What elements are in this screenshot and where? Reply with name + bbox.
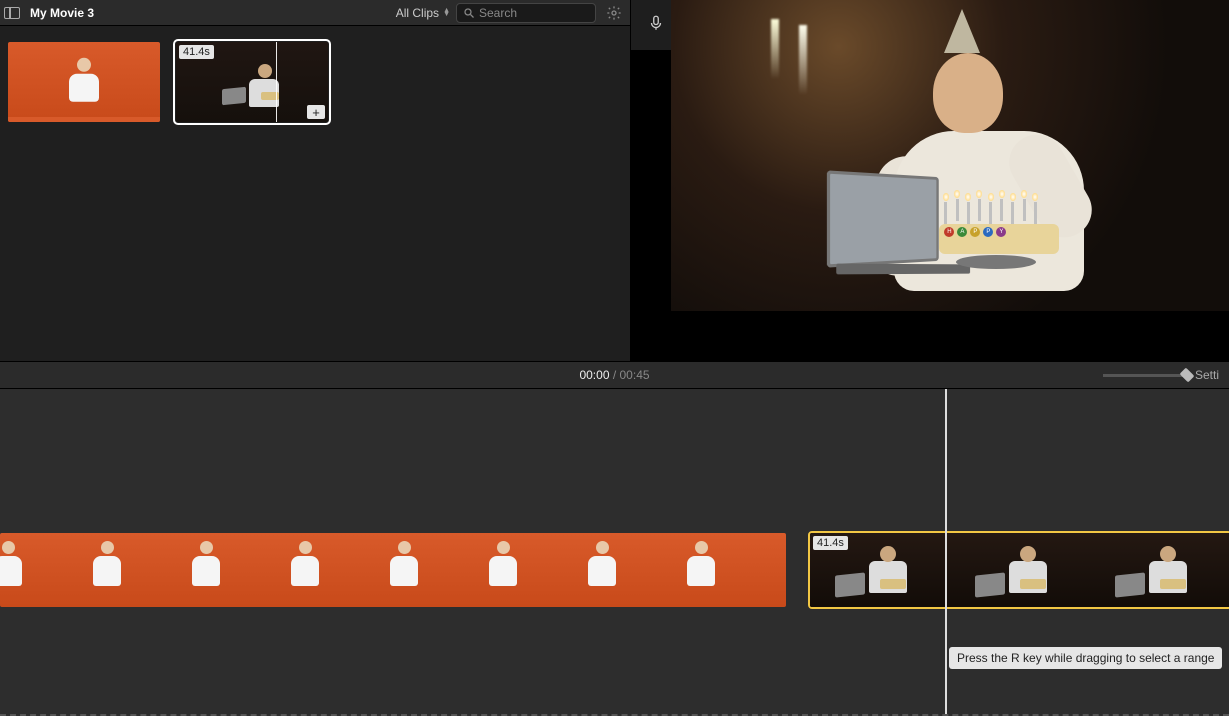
search-icon xyxy=(463,7,475,19)
clip-duration-badge: 41.4s xyxy=(179,45,214,59)
search-field[interactable] xyxy=(456,3,596,23)
playhead[interactable] xyxy=(945,389,947,714)
zoom-knob-icon[interactable] xyxy=(1180,367,1195,382)
search-input[interactable] xyxy=(479,6,589,20)
media-clip[interactable]: 41.4s + xyxy=(176,42,328,122)
timeline[interactable]: 41.4s Press the R key while dragging to … xyxy=(0,389,1229,716)
media-browser-pane: My Movie 3 All Clips ▲▼ xyxy=(0,0,631,361)
microphone-icon[interactable] xyxy=(647,13,665,38)
clip-browser[interactable]: 41.4s + xyxy=(0,26,630,361)
video-track[interactable]: 41.4s xyxy=(0,533,1229,629)
timecode-total: 00:45 xyxy=(620,368,650,382)
timeline-clip[interactable]: 41.4s xyxy=(810,533,1229,607)
hint-tooltip: Press the R key while dragging to select… xyxy=(949,647,1222,669)
sidebar-toggle-icon[interactable] xyxy=(4,7,20,19)
timeline-clip[interactable] xyxy=(0,533,786,607)
add-clip-icon[interactable]: + xyxy=(307,105,325,119)
clip-duration-badge: 41.4s xyxy=(813,536,848,550)
project-title: My Movie 3 xyxy=(30,6,94,20)
preview-frame: HAPPY xyxy=(671,0,1229,311)
timeline-header: 00:00 / 00:45 Setti xyxy=(0,361,1229,389)
settings-button[interactable]: Setti xyxy=(1195,368,1219,382)
clip-filter-dropdown[interactable]: All Clips ▲▼ xyxy=(396,6,450,20)
chevron-up-down-icon: ▲▼ xyxy=(443,9,450,17)
gear-icon[interactable] xyxy=(606,5,622,21)
timecode-display: 00:00 / 00:45 xyxy=(579,368,649,382)
media-clip[interactable] xyxy=(8,42,160,122)
clip-filter-label: All Clips xyxy=(396,6,439,20)
preview-viewer[interactable]: HAPPY xyxy=(631,0,1229,361)
preview-pane: HAPPY xyxy=(631,0,1229,361)
zoom-slider[interactable] xyxy=(1103,374,1187,377)
browser-toolbar: My Movie 3 All Clips ▲▼ xyxy=(0,0,630,26)
timecode-current: 00:00 xyxy=(579,368,609,382)
